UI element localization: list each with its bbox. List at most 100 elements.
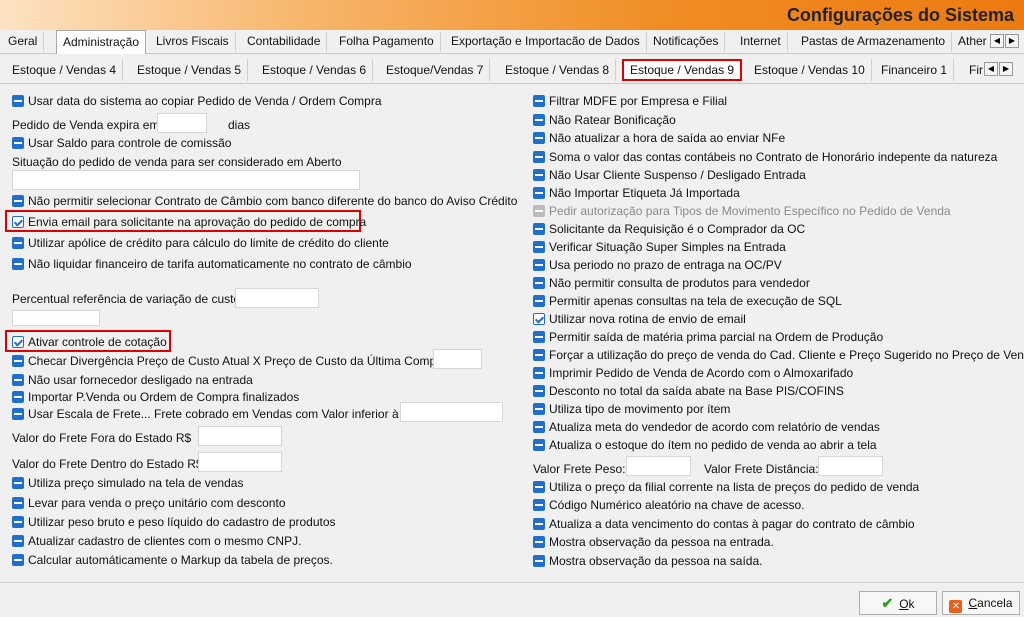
tab-geral[interactable]: Geral xyxy=(2,32,45,52)
check-nao-importar-etiqueta[interactable]: Não Importar Etiqueta Já Importada xyxy=(533,186,740,200)
checkbox-checked-icon[interactable] xyxy=(12,216,24,228)
check-checar-divergencia[interactable]: Checar Divergência Preço de Custo Atual … xyxy=(12,354,450,368)
checkbox-icon[interactable] xyxy=(533,439,545,451)
cancel-button[interactable]: ✕ Cancela xyxy=(942,591,1020,615)
frete-distancia-input[interactable] xyxy=(818,456,883,476)
checkbox-icon[interactable] xyxy=(12,137,24,149)
tab-estoque-vendas-7[interactable]: Estoque/Vendas 7 xyxy=(380,59,491,81)
checkbox-icon[interactable] xyxy=(12,374,24,386)
check-imprimir-pedido[interactable]: Imprimir Pedido de Venda de Acordo com o… xyxy=(533,366,853,380)
checkbox-icon[interactable] xyxy=(533,169,545,181)
checkbox-icon[interactable] xyxy=(12,554,24,566)
percentual-input[interactable] xyxy=(235,288,319,308)
check-usar-data[interactable]: Usar data do sistema ao copiar Pedido de… xyxy=(12,94,382,108)
tab-estoque-vendas-9[interactable]: Estoque / Vendas 9 xyxy=(622,59,743,81)
checkbox-icon[interactable] xyxy=(533,349,545,361)
check-forcar-preco[interactable]: Forçar a utilização do preço de venda do… xyxy=(533,348,1024,362)
tab-pastas[interactable]: Pastas de Armazenamento xyxy=(795,32,953,52)
check-usar-saldo[interactable]: Usar Saldo para controle de comissão xyxy=(12,136,231,150)
check-atualiza-estoque[interactable]: Atualiza o estoque do ítem no pedido de … xyxy=(533,438,877,452)
tab-estoque-vendas-8[interactable]: Estoque / Vendas 8 xyxy=(499,59,617,81)
check-utiliza-tipo-mov[interactable]: Utiliza tipo de movimento por ítem xyxy=(533,402,730,416)
check-permitir-consultas-sql[interactable]: Permitir apenas consultas na tela de exe… xyxy=(533,294,842,308)
checkbox-icon[interactable] xyxy=(533,151,545,163)
situacao-input[interactable] xyxy=(12,170,360,190)
check-atualiza-meta[interactable]: Atualiza meta do vendedor de acordo com … xyxy=(533,420,880,434)
check-filtrar-mdfe[interactable]: Filtrar MDFE por Empresa e Filial xyxy=(533,94,727,108)
frete-dentro-input[interactable] xyxy=(198,452,282,472)
percentual-input-2[interactable] xyxy=(12,310,100,326)
tab-administracao[interactable]: Administração xyxy=(56,30,147,54)
checkbox-icon[interactable] xyxy=(533,114,545,126)
ok-button[interactable]: ✔ Ok xyxy=(859,591,937,615)
checkbox-icon[interactable] xyxy=(12,516,24,528)
tab-estoque-vendas-5[interactable]: Estoque / Vendas 5 xyxy=(131,59,249,81)
tab-livros-fiscais[interactable]: Livros Fiscais xyxy=(150,32,236,52)
check-ativar-cotacao[interactable]: Ativar controle de cotação xyxy=(12,335,167,349)
check-desconto-pis[interactable]: Desconto no total da saída abate na Base… xyxy=(533,384,844,398)
checkbox-icon[interactable] xyxy=(533,555,545,567)
checkbox-icon[interactable] xyxy=(12,391,24,403)
frete-fora-input[interactable] xyxy=(198,426,282,446)
checkbox-icon[interactable] xyxy=(533,241,545,253)
tab-financeiro-1[interactable]: Financeiro 1 xyxy=(875,59,955,81)
pedido-expira-input[interactable] xyxy=(157,113,207,133)
check-solicitante-requisicao[interactable]: Solicitante da Requisição é o Comprador … xyxy=(533,222,805,236)
checkbox-icon[interactable] xyxy=(533,481,545,493)
check-soma-contas[interactable]: Soma o valor das contas contábeis no Con… xyxy=(533,150,997,164)
checkbox-checked-icon[interactable] xyxy=(533,313,545,325)
checkbox-icon[interactable] xyxy=(533,331,545,343)
checkbox-icon[interactable] xyxy=(12,258,24,270)
tab-notificacoes[interactable]: Notificações xyxy=(647,32,726,52)
check-permitir-saida-mp[interactable]: Permitir saída de matéria prima parcial … xyxy=(533,330,883,344)
scroll-left-icon[interactable]: ◀ xyxy=(990,34,1004,48)
check-envia-email[interactable]: Envia email para solicitante na aprovaçã… xyxy=(12,215,366,229)
check-verificar-simples[interactable]: Verificar Situação Super Simples na Entr… xyxy=(533,240,786,254)
check-nao-usar-cliente[interactable]: Não Usar Cliente Suspenso / Desligado En… xyxy=(533,168,806,182)
check-utilizar-peso[interactable]: Utilizar peso bruto e peso líquido do ca… xyxy=(12,515,336,529)
check-mostra-obs-saida[interactable]: Mostra observação da pessoa na saída. xyxy=(533,554,762,568)
tab-contabilidade[interactable]: Contabilidade xyxy=(241,32,328,52)
checkbox-icon[interactable] xyxy=(533,421,545,433)
check-calcular-markup[interactable]: Calcular automáticamente o Markup da tab… xyxy=(12,553,333,567)
frete-peso-input[interactable] xyxy=(626,456,691,476)
check-atualizar-cadastro[interactable]: Atualizar cadastro de clientes com o mes… xyxy=(12,534,301,548)
check-utiliza-preco-filial[interactable]: Utiliza o preço da filial corrente na li… xyxy=(533,480,919,494)
checkbox-icon[interactable] xyxy=(12,195,24,207)
escala-frete-input[interactable] xyxy=(400,402,503,422)
checkbox-icon[interactable] xyxy=(533,223,545,235)
tab-folha-pagamento[interactable]: Folha Pagamento xyxy=(333,32,441,52)
check-levar-preco-unitario[interactable]: Levar para venda o preço unitário com de… xyxy=(12,496,286,510)
tab-estoque-vendas-6[interactable]: Estoque / Vendas 6 xyxy=(256,59,374,81)
check-codigo-numerico[interactable]: Código Numérico aleatório na chave de ac… xyxy=(533,498,804,512)
checkbox-icon[interactable] xyxy=(533,518,545,530)
checkbox-icon[interactable] xyxy=(533,259,545,271)
checkbox-icon[interactable] xyxy=(12,355,24,367)
check-usa-periodo[interactable]: Usa periodo no prazo de entraga na OC/PV xyxy=(533,258,782,272)
scroll-right-icon[interactable]: ▶ xyxy=(1005,34,1019,48)
scroll-left-icon[interactable]: ◀ xyxy=(984,62,998,76)
check-utilizar-rotina-email[interactable]: Utilizar nova rotina de envio de email xyxy=(533,312,746,326)
check-atualiza-vencimento[interactable]: Atualiza a data vencimento do contas à p… xyxy=(533,517,915,531)
tab-exportacao[interactable]: Exportação e Importacão de Dados xyxy=(445,32,647,52)
check-usar-escala[interactable]: Usar Escala de Frete... Frete cobrado em… xyxy=(12,407,417,421)
checkbox-checked-icon[interactable] xyxy=(12,336,24,348)
checkbox-icon[interactable] xyxy=(533,499,545,511)
checkbox-icon[interactable] xyxy=(12,95,24,107)
checkbox-icon[interactable] xyxy=(12,237,24,249)
check-mostra-obs-entrada[interactable]: Mostra observação da pessoa na entrada. xyxy=(533,535,774,549)
checkbox-icon[interactable] xyxy=(533,132,545,144)
checkbox-icon[interactable] xyxy=(533,385,545,397)
tab-estoque-vendas-10[interactable]: Estoque / Vendas 10 xyxy=(748,59,872,81)
check-utiliza-preco-simulado[interactable]: Utiliza preço simulado na tela de vendas xyxy=(12,476,243,490)
checkbox-icon[interactable] xyxy=(12,477,24,489)
divergencia-input[interactable] xyxy=(433,349,482,369)
tab-ather[interactable]: Ather xyxy=(952,32,993,52)
checkbox-icon[interactable] xyxy=(533,295,545,307)
check-importar-pvenda[interactable]: Importar P.Venda ou Ordem de Compra fina… xyxy=(12,390,299,404)
check-nao-liquidar[interactable]: Não liquidar financeiro de tarifa automa… xyxy=(12,257,412,271)
check-nao-permitir-consulta[interactable]: Não permitir consulta de produtos para v… xyxy=(533,276,810,290)
checkbox-icon[interactable] xyxy=(12,497,24,509)
tab-internet[interactable]: Internet xyxy=(734,32,788,52)
checkbox-icon[interactable] xyxy=(533,367,545,379)
